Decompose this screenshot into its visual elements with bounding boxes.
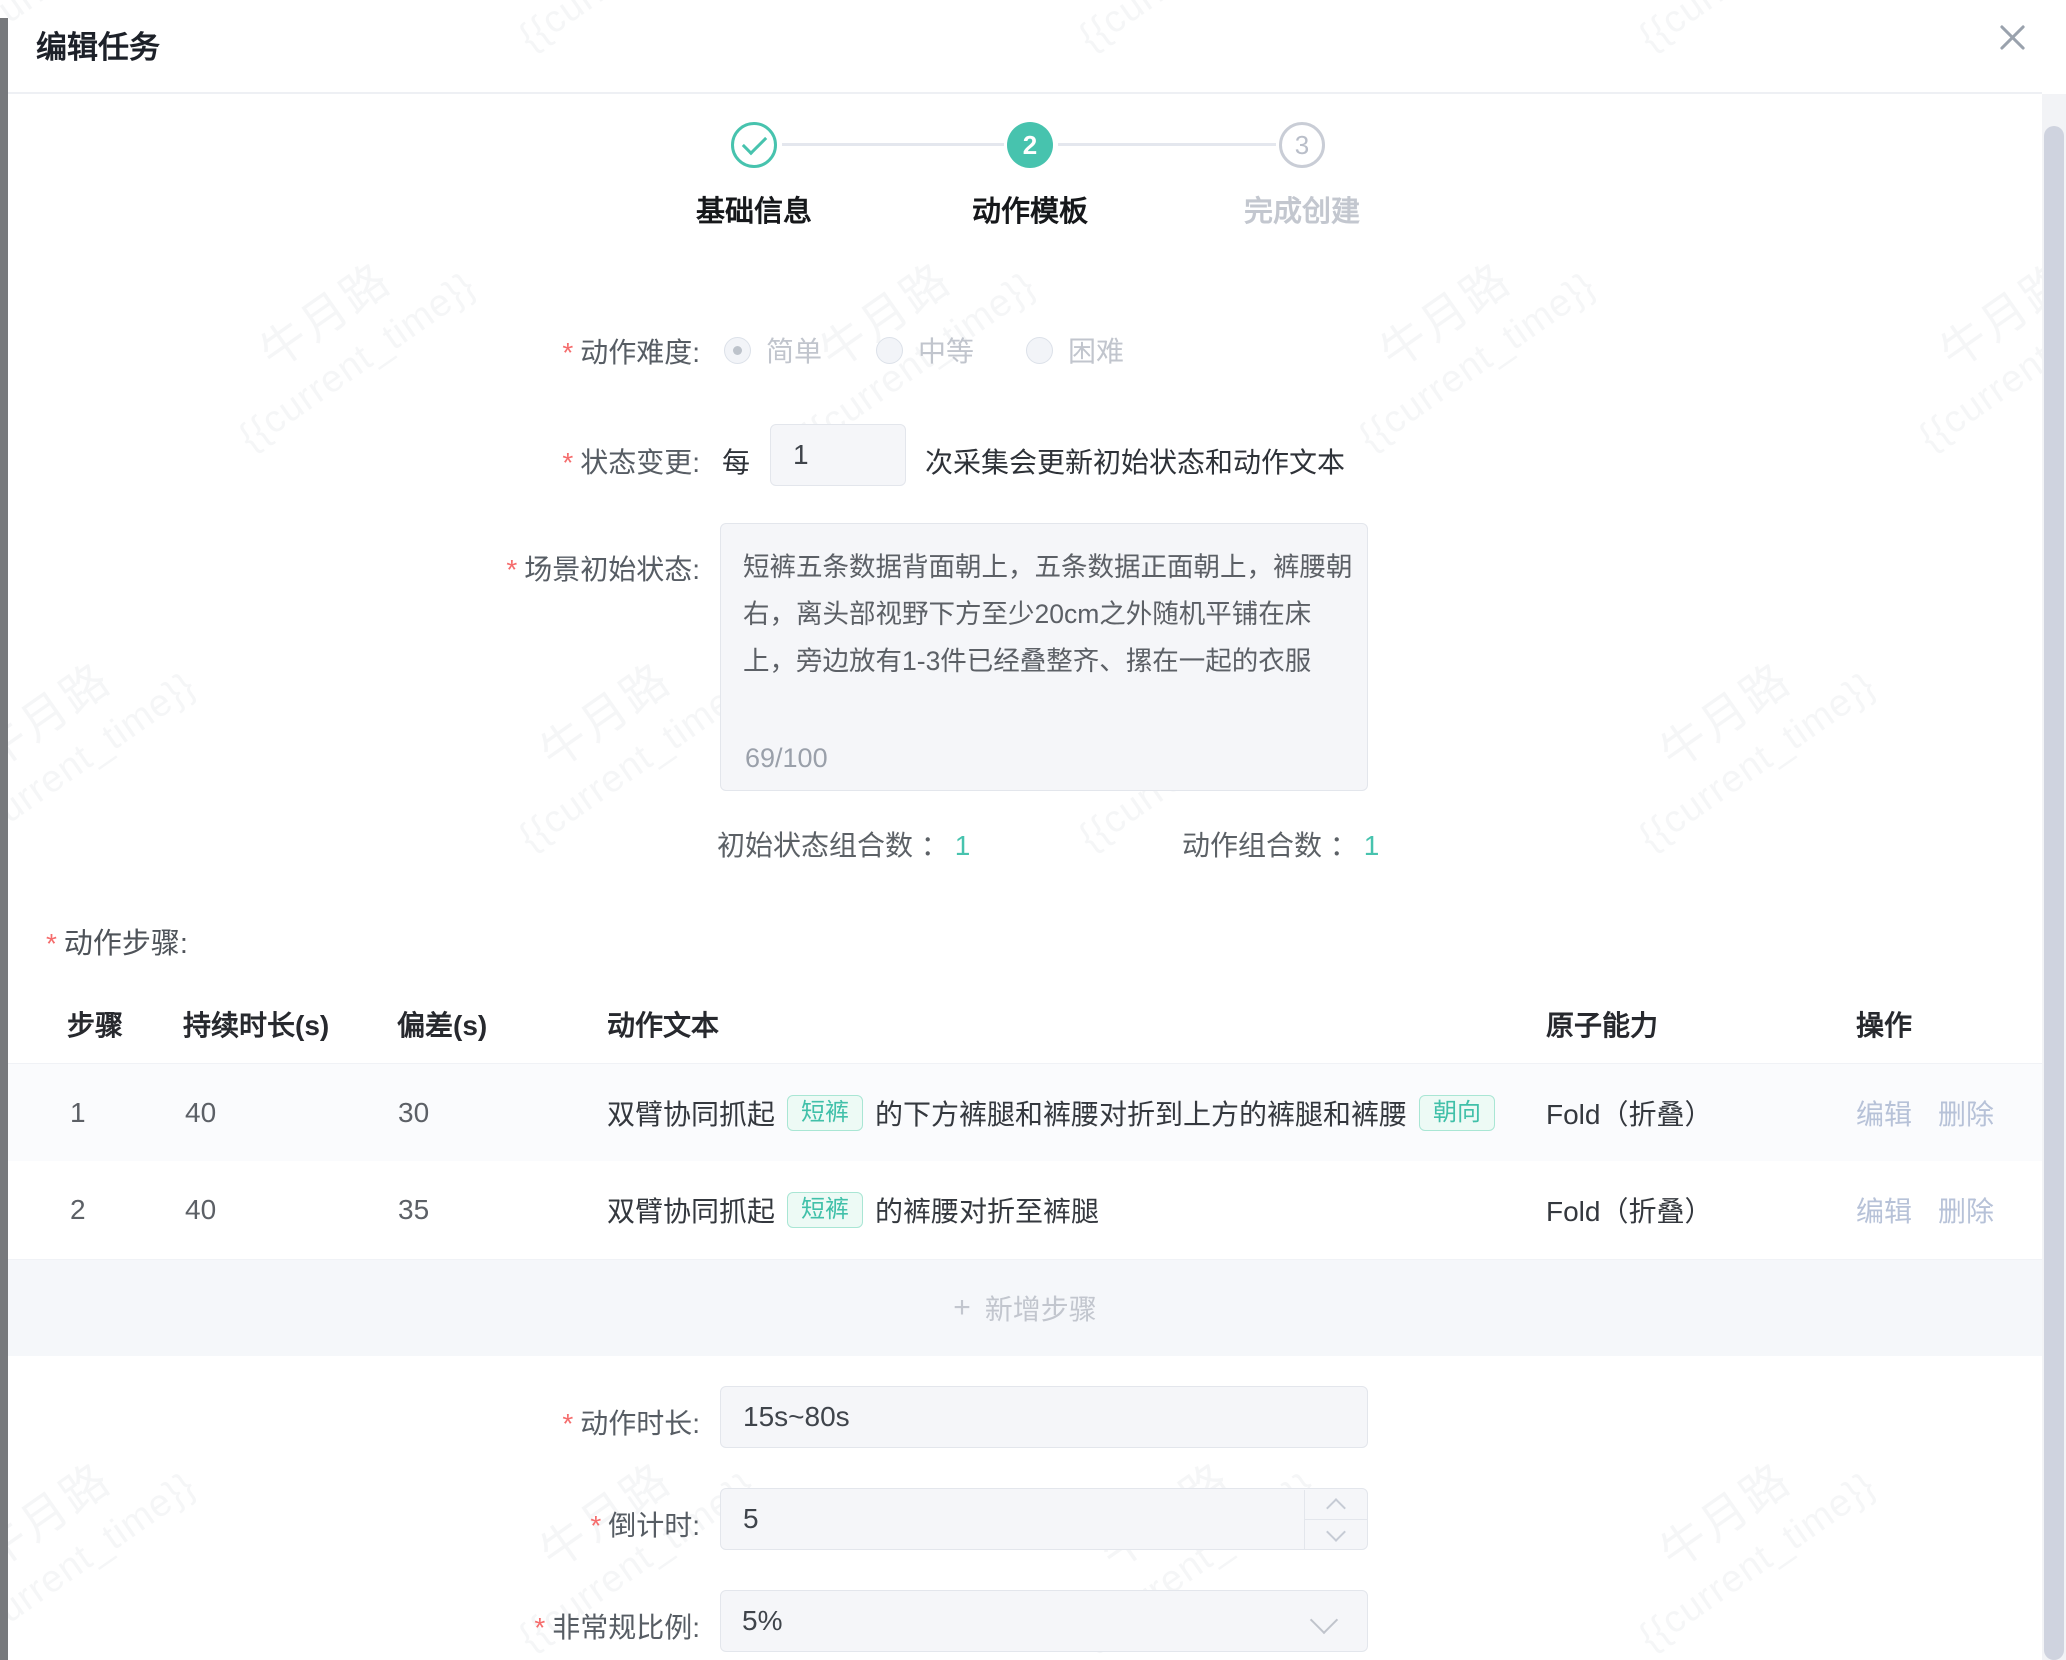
close-button[interactable] xyxy=(1988,14,2036,62)
check-icon xyxy=(741,130,766,155)
edit-link[interactable]: 编辑 xyxy=(1856,1190,1912,1230)
initial-state-label: *场景初始状态: xyxy=(370,548,700,588)
watermark-tile: 牛月路{{current_time}} xyxy=(1511,553,1969,921)
cell-step: 2 xyxy=(70,1194,86,1226)
stepper-line xyxy=(782,143,1004,146)
step-2-number: 2 xyxy=(1023,130,1037,161)
increase-button[interactable] xyxy=(1305,1490,1367,1520)
char-counter: 69/100 xyxy=(745,743,828,774)
watermark-tile: 牛月路{{current_time}} xyxy=(1511,0,1969,121)
col-header-duration: 持续时长(s) xyxy=(183,1004,329,1044)
chevron-down-icon xyxy=(1326,1522,1346,1542)
table-row: 1 40 30 双臂协同抓起 短裤 的下方裤腿和裤腰对折到上方的裤腿和裤腰 朝向… xyxy=(8,1063,2042,1163)
action-combo-count: 动作组合数 ：1 xyxy=(1182,824,1379,864)
state-change-prefix: 每 xyxy=(722,441,750,481)
step-3-label: 完成创建 xyxy=(1192,188,1412,230)
radio-option-hard[interactable]: 困难 xyxy=(1026,330,1124,370)
cell-step: 1 xyxy=(70,1097,86,1129)
cell-duration: 40 xyxy=(185,1097,216,1129)
required-mark: * xyxy=(590,1510,601,1541)
step-1-label: 基础信息 xyxy=(644,188,864,230)
required-mark: * xyxy=(534,1612,545,1643)
watermark-tile: 牛月路{{current_time}} xyxy=(391,0,849,121)
state-change-input-box xyxy=(770,424,906,486)
cell-duration: 40 xyxy=(185,1194,216,1226)
action-steps-label: *动作步骤: xyxy=(46,920,188,962)
watermark-tile: 牛月路{{current_time}} xyxy=(0,553,289,921)
initial-combo-value: 1 xyxy=(955,830,971,861)
watermark-tile: 牛月路{{current_time}} xyxy=(0,1353,289,1660)
scrollbar-thumb[interactable] xyxy=(2044,126,2064,1660)
step-1-circle xyxy=(731,122,777,168)
initial-state-textarea-box: 短裤五条数据背面朝上，五条数据正面朝上，裤腰朝右，离头部视野下方至少20cm之外… xyxy=(720,523,1368,791)
cell-action-text: 双臂协同抓起 短裤 的裤腰对折至裤腿 xyxy=(607,1161,1099,1259)
decrease-button[interactable] xyxy=(1305,1520,1367,1550)
step-3-circle: 3 xyxy=(1279,122,1325,168)
chevron-up-icon xyxy=(1326,1498,1346,1518)
unusual-ratio-label: *非常规比例: xyxy=(370,1606,700,1646)
col-header-operation: 操作 xyxy=(1856,1004,1912,1044)
orientation-tag: 朝向 xyxy=(1419,1095,1495,1131)
step-2-circle: 2 xyxy=(1007,122,1053,168)
watermark-tile: 牛月路{{current_time}} xyxy=(1791,153,2066,521)
edit-link[interactable]: 编辑 xyxy=(1856,1093,1912,1133)
radio-option-medium[interactable]: 中等 xyxy=(876,330,974,370)
cell-action-text: 双臂协同抓起 短裤 的下方裤腿和裤腰对折到上方的裤腿和裤腰 朝向 xyxy=(607,1064,1495,1162)
required-mark: * xyxy=(562,337,573,368)
required-mark: * xyxy=(562,447,573,478)
countdown-label: *倒计时: xyxy=(370,1504,700,1544)
initial-state-textarea[interactable]: 短裤五条数据背面朝上，五条数据正面朝上，裤腰朝右，离头部视野下方至少20cm之外… xyxy=(743,544,1363,724)
radio-label: 困难 xyxy=(1068,330,1124,370)
countdown-input-box xyxy=(720,1488,1368,1550)
action-duration-input[interactable] xyxy=(721,1387,1367,1447)
cell-deviation: 35 xyxy=(398,1194,429,1226)
dialog-title: 编辑任务 xyxy=(36,22,160,67)
radio-option-simple[interactable]: 简单 xyxy=(724,330,822,370)
watermark-tile: 牛月路{{current_time}} xyxy=(1511,1353,1969,1660)
cell-deviation: 30 xyxy=(398,1097,429,1129)
action-combo-value: 1 xyxy=(1364,830,1380,861)
state-change-label: *状态变更: xyxy=(370,441,700,481)
add-step-button[interactable]: + 新增步骤 xyxy=(8,1259,2042,1356)
action-duration-label: *动作时长: xyxy=(370,1402,700,1442)
object-tag: 短裤 xyxy=(787,1192,863,1228)
cell-ability: Fold（折叠） xyxy=(1546,1093,1712,1133)
unusual-ratio-select[interactable] xyxy=(720,1590,1368,1652)
col-header-deviation: 偏差(s) xyxy=(397,1004,487,1044)
radio-label: 中等 xyxy=(918,330,974,370)
action-duration-input-box xyxy=(720,1386,1368,1448)
step-2-label: 动作模板 xyxy=(920,188,1140,230)
delete-link[interactable]: 删除 xyxy=(1938,1190,1994,1230)
radio-icon xyxy=(1026,337,1053,364)
add-step-label: 新增步骤 xyxy=(985,1288,1097,1328)
countdown-input[interactable] xyxy=(721,1489,1367,1549)
cell-ability: Fold（折叠） xyxy=(1546,1190,1712,1230)
radio-icon xyxy=(876,337,903,364)
required-mark: * xyxy=(562,1408,573,1439)
required-mark: * xyxy=(506,554,517,585)
watermark-tile: 牛月路{{current_time}} xyxy=(951,0,1409,121)
step-3-number: 3 xyxy=(1295,130,1309,161)
table-row: 2 40 35 双臂协同抓起 短裤 的裤腰对折至裤腿 Fold（折叠） 编辑 删… xyxy=(8,1161,2042,1259)
number-spinner xyxy=(1304,1490,1366,1550)
required-mark: * xyxy=(46,928,57,959)
unusual-ratio-value: 5% xyxy=(742,1598,782,1644)
page-edge-strip xyxy=(0,18,8,1660)
plus-icon: + xyxy=(953,1291,971,1325)
state-change-suffix: 次采集会更新初始状态和动作文本 xyxy=(925,441,1345,481)
radio-icon-selected xyxy=(724,337,751,364)
radio-label: 简单 xyxy=(766,330,822,370)
col-header-ability: 原子能力 xyxy=(1546,1004,1658,1044)
col-header-text: 动作文本 xyxy=(607,1004,719,1044)
stepper-line xyxy=(1058,143,1276,146)
object-tag: 短裤 xyxy=(787,1095,863,1131)
col-header-step: 步骤 xyxy=(67,1004,123,1044)
state-change-input[interactable] xyxy=(771,425,905,485)
difficulty-label: *动作难度: xyxy=(370,331,700,371)
header-divider xyxy=(8,92,2042,94)
edit-task-dialog: 牛月路{{current_time}}牛月路{{current_time}}牛月… xyxy=(0,0,2066,1660)
delete-link[interactable]: 删除 xyxy=(1938,1093,1994,1133)
initial-combo-count: 初始状态组合数 ：1 xyxy=(717,824,970,864)
